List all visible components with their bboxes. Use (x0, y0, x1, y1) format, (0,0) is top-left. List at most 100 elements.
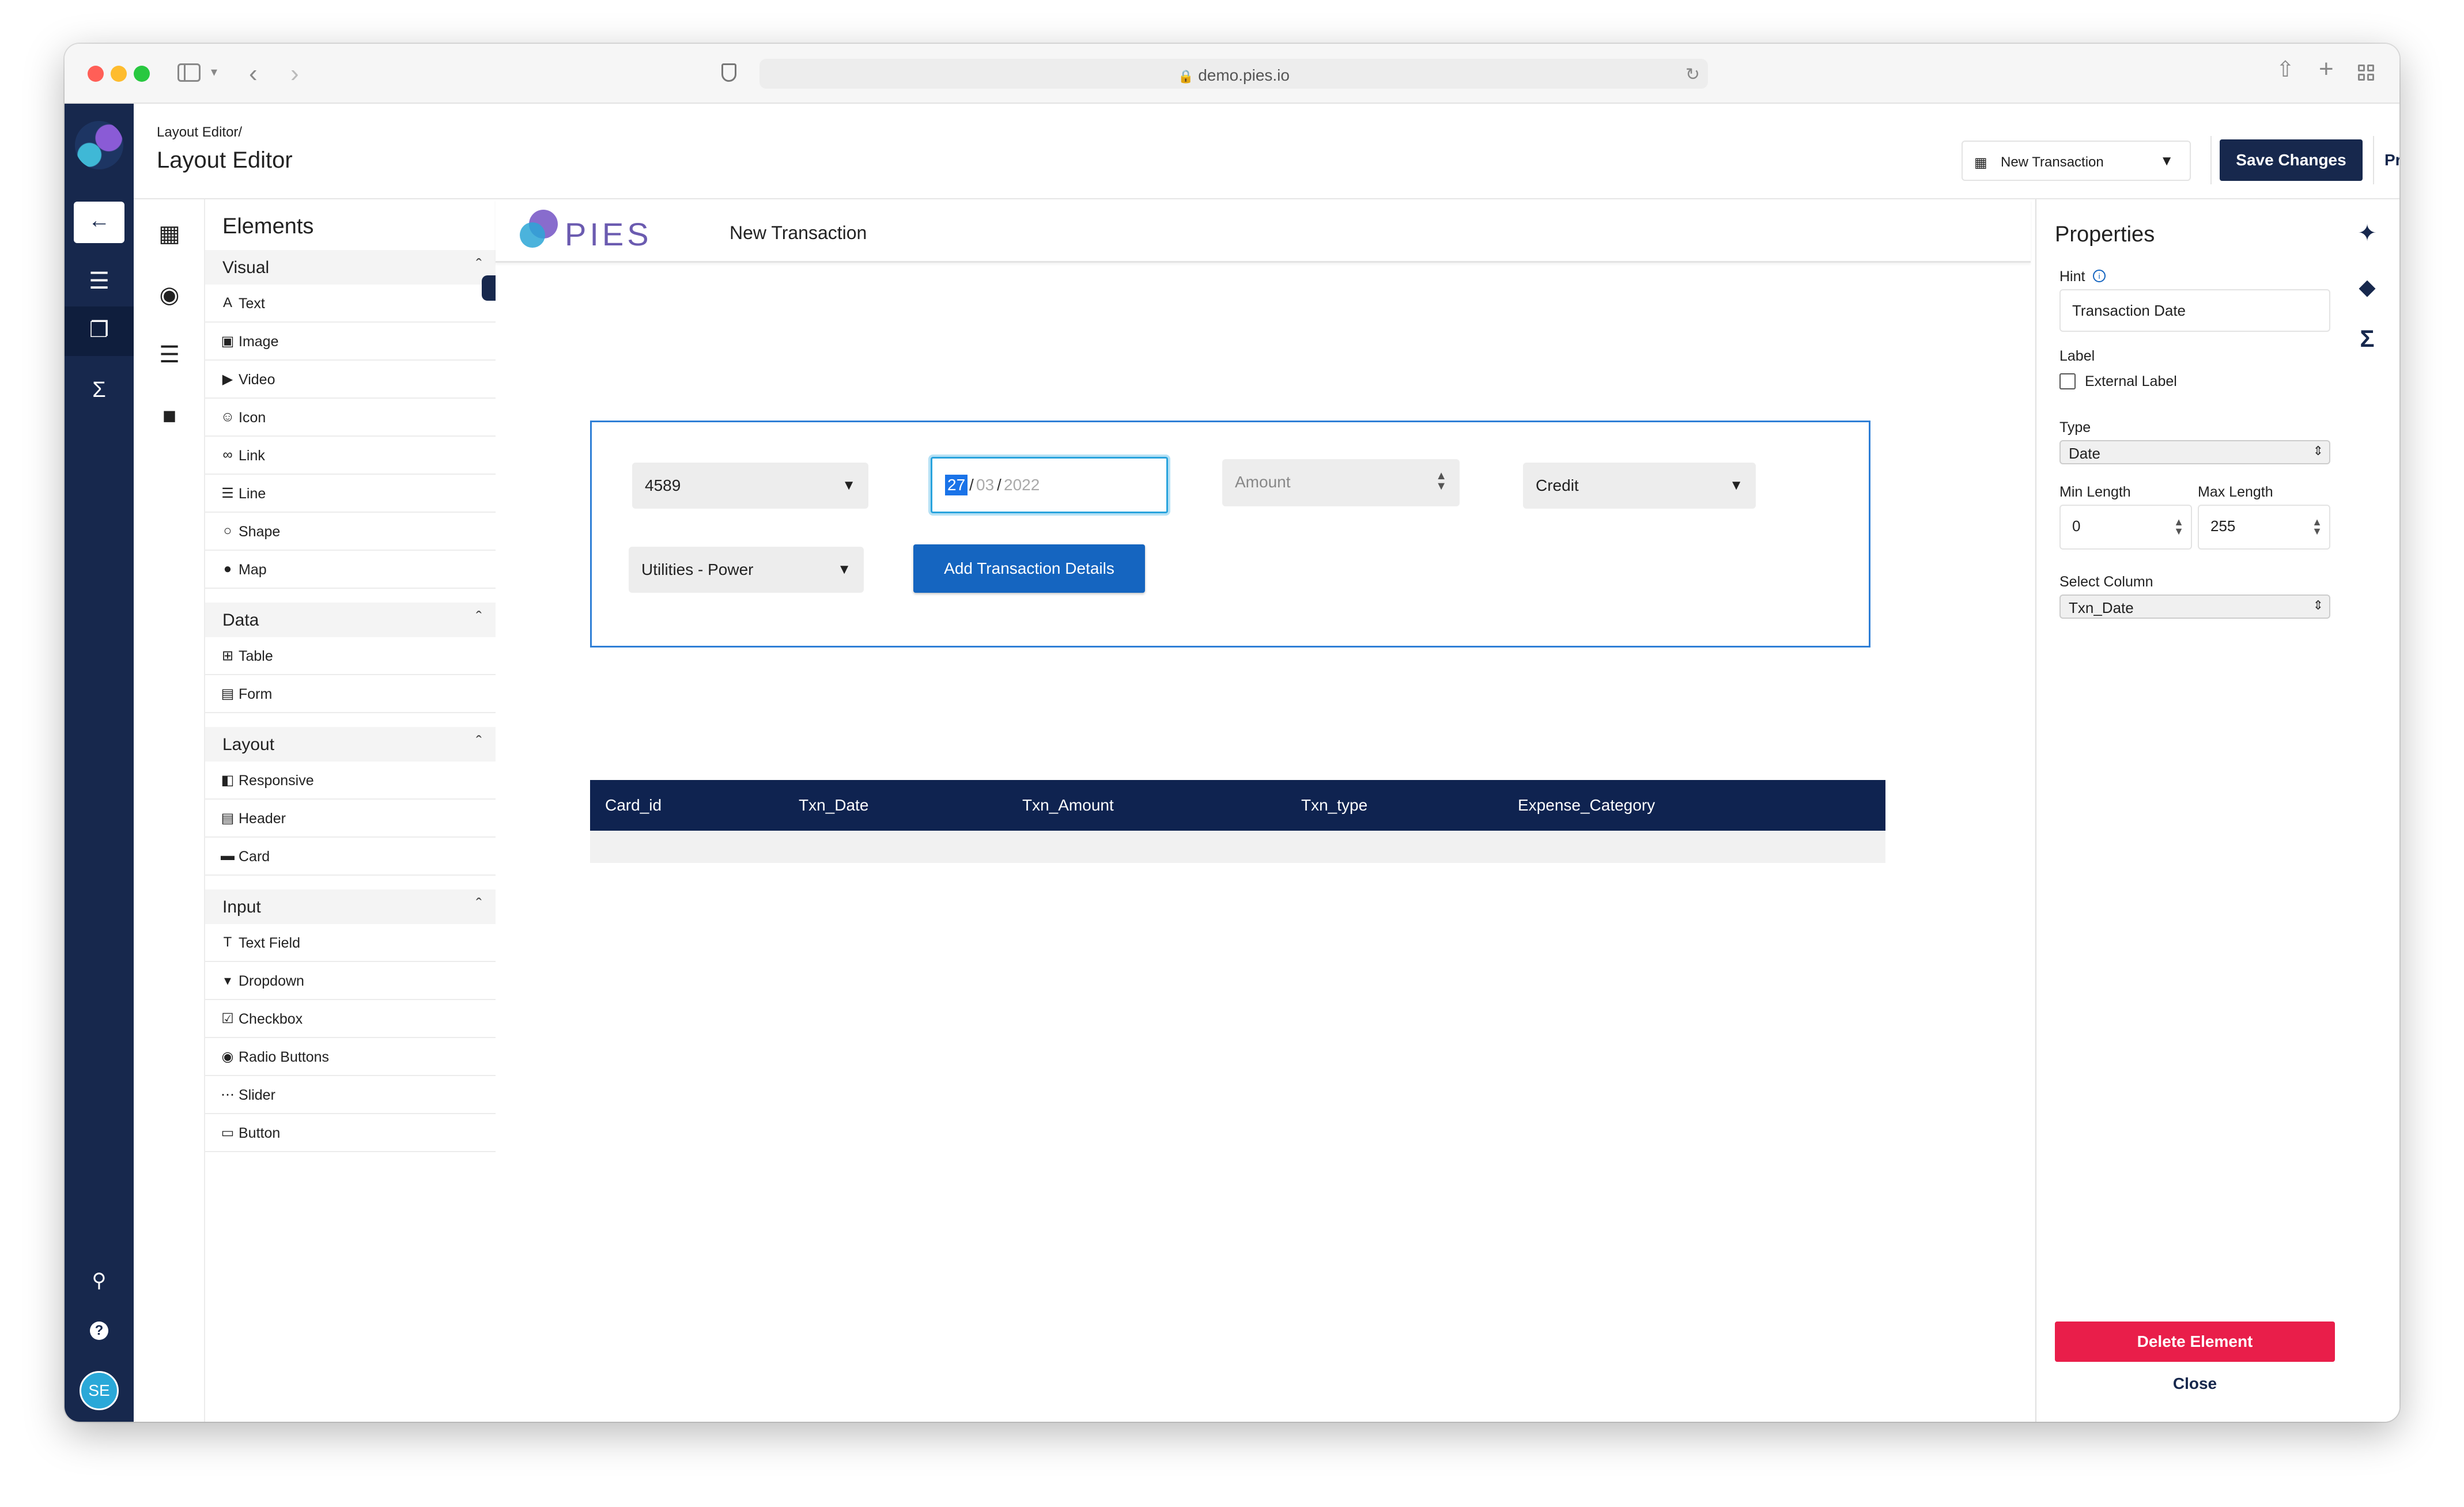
close-properties-button[interactable]: Close (2055, 1375, 2335, 1393)
element-form[interactable]: ▤ Form (205, 675, 496, 713)
delete-element-button[interactable]: Delete Element (2055, 1322, 2335, 1362)
element-responsive[interactable]: ◧ Responsive (205, 762, 496, 800)
element-radio-buttons[interactable]: ◉ Radio Buttons (205, 1038, 496, 1076)
chevron-down-icon[interactable]: ▾ (211, 66, 217, 78)
element-link[interactable]: ∞ Link (205, 437, 496, 475)
element-image[interactable]: ▣ Image (205, 323, 496, 361)
element-card[interactable]: ▬ Card (205, 838, 496, 876)
date-year-segment[interactable]: 2022 (1004, 476, 1040, 494)
reload-icon[interactable]: ↻ (1686, 65, 1700, 85)
section-title: Data (222, 611, 259, 630)
element-text-field[interactable]: T Text Field (205, 924, 496, 962)
close-window-button[interactable] (88, 66, 104, 82)
date-day-segment[interactable]: 27 (945, 475, 968, 495)
element-text[interactable]: A Text (205, 285, 496, 323)
section-header-input[interactable]: Input ˆ (205, 889, 496, 924)
type-select[interactable]: Date ⇕ (2059, 440, 2330, 464)
stepper-icon[interactable]: ▲ ▼ (2174, 517, 2184, 536)
pages-nav-active[interactable]: ❐ (65, 306, 134, 356)
section-header-layout[interactable]: Layout ˆ (205, 727, 496, 762)
min-length-input[interactable]: 0 ▲ ▼ (2059, 505, 2192, 550)
info-icon[interactable]: i (2093, 270, 2106, 282)
column-header-txn-date[interactable]: Txn_Date (799, 780, 868, 831)
element-map[interactable]: ● Map (205, 551, 496, 589)
chevron-up-icon[interactable]: ˆ (476, 895, 482, 915)
sigma-icon[interactable]: Σ (2335, 325, 2399, 353)
breadcrumb[interactable]: Layout Editor/ (157, 124, 242, 141)
element-header[interactable]: ▤ Header (205, 800, 496, 838)
address-bar[interactable]: 🔒 demo.pies.io ↻ (759, 59, 1708, 89)
chevron-up-icon[interactable]: ˆ (476, 733, 482, 752)
widgets-icon[interactable]: ▦ (134, 222, 205, 245)
stepper-icon[interactable]: ▲ ▼ (1435, 470, 1447, 492)
sidebar-toggle-icon[interactable] (177, 63, 201, 82)
form-icon: ▤ (221, 686, 235, 702)
textfield-icon: T (223, 934, 232, 950)
user-avatar[interactable]: SE (80, 1371, 119, 1410)
element-dropdown[interactable]: ▾ Dropdown (205, 962, 496, 1000)
share-icon[interactable]: ⇧ (2276, 59, 2295, 81)
layout-select[interactable]: ▦ New Transaction ▼ (1962, 141, 2191, 181)
new-tab-icon[interactable]: + (2319, 56, 2334, 82)
column-header-txn-type[interactable]: Txn_type (1301, 780, 1367, 831)
sigma-icon[interactable]: Σ (65, 379, 134, 401)
element-video[interactable]: ▶ Video (205, 361, 496, 399)
app-logo-icon[interactable] (75, 121, 123, 169)
element-slider[interactable]: ⋯ Slider (205, 1076, 496, 1114)
help-icon[interactable]: ? (90, 1322, 108, 1340)
caret-down-icon: ▼ (837, 562, 851, 577)
element-shape[interactable]: ○ Shape (205, 513, 496, 551)
txn-type-dropdown[interactable]: Credit ▼ (1523, 463, 1756, 509)
preview-button[interactable]: Preview (2384, 151, 2399, 169)
tools-icon[interactable]: ✦ (2335, 220, 2399, 247)
section-header-visual[interactable]: Visual ˆ (205, 250, 496, 285)
element-checkbox[interactable]: ☑ Checkbox (205, 1000, 496, 1038)
chevron-up-icon[interactable]: ˆ (476, 256, 482, 275)
chevron-up-icon[interactable]: ˆ (476, 608, 482, 628)
element-table[interactable]: ⊞ Table (205, 637, 496, 675)
app-header: Layout Editor/ Layout Editor ▦ New Trans… (134, 104, 2399, 199)
card-id-dropdown[interactable]: 4589 ▼ (632, 463, 868, 509)
folder-icon[interactable]: ■ (134, 404, 205, 427)
list-icon[interactable]: ☰ (65, 270, 134, 293)
canvas-page-header[interactable]: PIES New Transaction (496, 199, 2031, 263)
transactions-table[interactable]: Card_id Txn_Date Txn_Amount Txn_type Exp… (590, 780, 1885, 863)
date-month-segment[interactable]: 03 (976, 476, 994, 494)
caret-down-icon: ▼ (842, 478, 856, 493)
mouse-icon[interactable]: ◉ (134, 283, 205, 306)
back-button[interactable]: ← (74, 202, 124, 243)
menu-icon[interactable]: ☰ (134, 343, 205, 366)
amount-placeholder: Amount (1235, 473, 1291, 491)
save-changes-button[interactable]: Save Changes (2220, 139, 2363, 181)
element-line[interactable]: ☰ Line (205, 475, 496, 513)
link-icon: ∞ (222, 447, 233, 463)
column-header-expense-category[interactable]: Expense_Category (1518, 780, 1655, 831)
section-header-data[interactable]: Data ˆ (205, 603, 496, 637)
arrow-left-icon: ← (88, 209, 110, 233)
external-label-checkbox[interactable] (2059, 373, 2076, 389)
minimize-window-button[interactable] (111, 66, 127, 82)
column-header-txn-amount[interactable]: Txn_Amount (1022, 780, 1114, 831)
column-header-card-id[interactable]: Card_id (605, 780, 662, 831)
form-card[interactable]: 4589 ▼ 27 / 03 / 2022 Amount ▲ ▼ Credit ▼… (590, 421, 1870, 648)
zoom-window-button[interactable] (134, 66, 150, 82)
back-icon[interactable]: ‹ (249, 61, 258, 86)
amount-input[interactable]: Amount ▲ ▼ (1222, 459, 1460, 506)
element-icon[interactable]: ☺ Icon (205, 399, 496, 437)
max-length-input[interactable]: 255 ▲ ▼ (2198, 505, 2330, 550)
element-button[interactable]: ▭ Button (205, 1114, 496, 1152)
tab-overview-icon[interactable] (2358, 65, 2375, 82)
transaction-date-input[interactable]: 27 / 03 / 2022 (931, 457, 1168, 513)
layout-canvas[interactable]: PIES New Transaction 4589 ▼ 27 / 03 / 20… (496, 199, 2031, 1422)
forward-icon[interactable]: › (290, 61, 299, 86)
add-transaction-button[interactable]: Add Transaction Details (913, 544, 1145, 593)
element-label: Form (239, 686, 273, 702)
stepper-icon[interactable]: ▲ ▼ (2312, 517, 2322, 536)
external-label-text: External Label (2085, 373, 2177, 389)
category-dropdown[interactable]: Utilities - Power ▼ (629, 547, 864, 593)
search-icon[interactable]: ⚲ (65, 1271, 134, 1290)
paint-icon[interactable]: ◆ (2335, 274, 2399, 300)
select-column-select[interactable]: Txn_Date ⇕ (2059, 595, 2330, 619)
grid-icon: ▦ (1974, 155, 1987, 171)
hint-input[interactable]: Transaction Date (2059, 289, 2330, 332)
